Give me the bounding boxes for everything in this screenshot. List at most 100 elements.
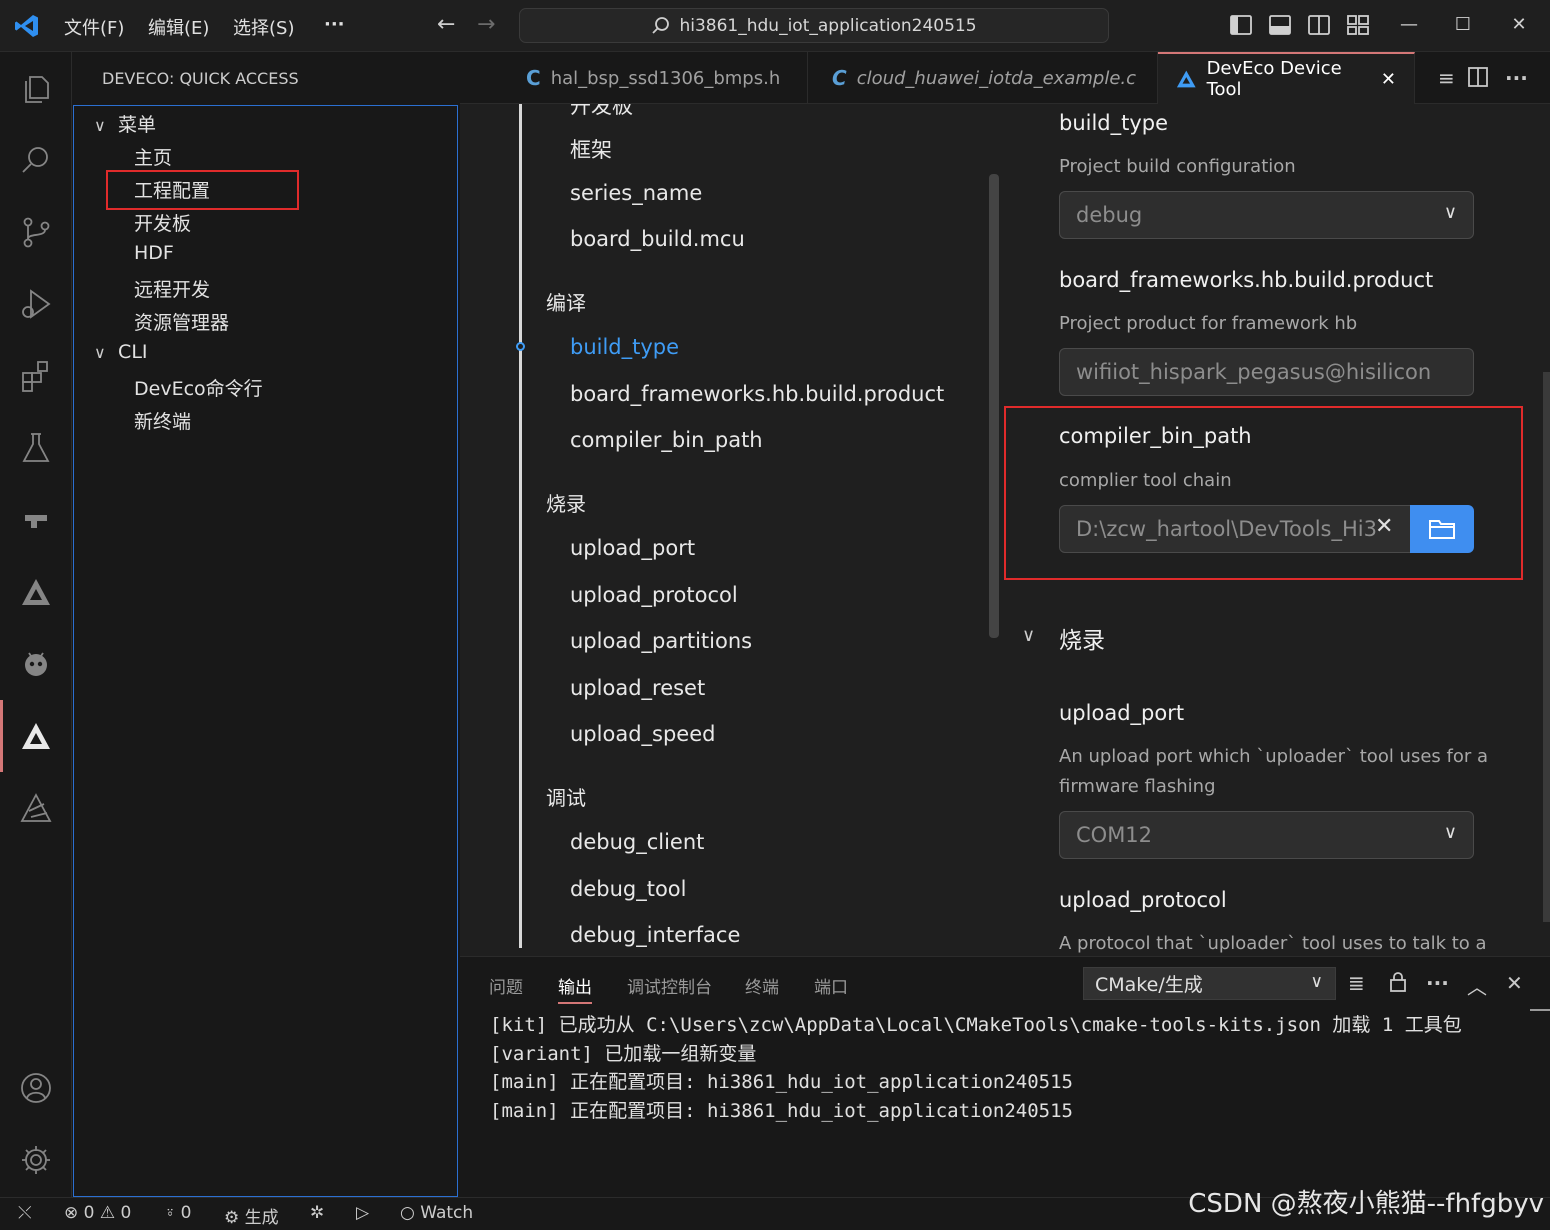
toc-item-compiler-bin-path[interactable]: compiler_bin_path [570, 428, 763, 452]
minimize-icon[interactable]: — [1397, 13, 1421, 37]
toc-section-burn[interactable]: 烧录 [546, 488, 586, 517]
toc-item-framework[interactable]: 框架 [570, 134, 612, 164]
warning-icon: ⚠ [99, 1203, 116, 1223]
accounts-icon[interactable] [14, 1066, 58, 1110]
settings-scrollbar[interactable] [1543, 372, 1550, 922]
watch-status-button[interactable]: ○ Watch [400, 1203, 473, 1223]
back-arrow-icon[interactable]: ← [437, 12, 455, 37]
deveco-device-tool-icon[interactable] [0, 700, 58, 772]
clear-icon[interactable]: ✕ [1375, 514, 1393, 539]
tree-item-deveco-cli[interactable]: DevEco命令行 [134, 374, 263, 401]
more-actions-icon[interactable]: ··· [1505, 66, 1528, 90]
menu-more-button[interactable]: ··· [324, 14, 345, 35]
toggle-panel-icon[interactable] [1268, 13, 1292, 37]
chevron-down-icon[interactable]: ∨ [1022, 625, 1035, 646]
close-panel-icon[interactable]: ✕ [1506, 971, 1523, 995]
tree-item-new-terminal[interactable]: 新终端 [134, 407, 191, 434]
deveco-icon[interactable] [14, 570, 58, 614]
toc-item-board-cut[interactable]: 开发板 [570, 104, 633, 120]
toc-item-upload-protocol[interactable]: upload_protocol [570, 583, 738, 607]
upload-port-dropdown[interactable]: COM12 ∨ [1059, 811, 1474, 859]
command-center-search[interactable]: hi3861_hdu_iot_application240515 [519, 8, 1109, 43]
tab-cloud-huawei[interactable]: C cloud_huawei_iotda_example.c [814, 52, 1158, 104]
toggle-secondary-sidebar-icon[interactable] [1307, 13, 1331, 37]
tree-item-resource-manager[interactable]: 资源管理器 [134, 308, 229, 335]
tab-hal-bsp[interactable]: C hal_bsp_ssd1306_bmps.h [508, 52, 808, 104]
run-play-icon[interactable]: ▷ [356, 1203, 369, 1223]
toc-item-build-type[interactable]: build_type [570, 335, 679, 359]
toc-section-compile[interactable]: 编译 [546, 287, 586, 316]
toc-item-upload-port[interactable]: upload_port [570, 536, 695, 560]
toggle-primary-sidebar-icon[interactable] [1229, 13, 1253, 37]
build-status-button[interactable]: ⚙ 生成 [224, 1203, 279, 1228]
toc-scrollbar[interactable] [989, 174, 999, 638]
problems-status[interactable]: ⊗ 0 ⚠ 0 [64, 1203, 131, 1223]
tree-item-board[interactable]: 开发板 [134, 209, 191, 236]
ports-status[interactable]: ⍤ 0 [165, 1203, 191, 1223]
tree-group-label: 菜单 [118, 114, 157, 136]
maximize-icon[interactable]: ☐ [1451, 13, 1475, 37]
testing-icon[interactable] [14, 426, 58, 470]
word-wrap-icon[interactable]: ≣ [1348, 971, 1365, 995]
source-control-icon[interactable] [14, 210, 58, 254]
panel-tab-output[interactable]: 输出 [558, 973, 592, 1004]
toc-item-upload-partitions[interactable]: upload_partitions [570, 629, 752, 653]
lock-icon[interactable] [1388, 971, 1408, 993]
compiler-path-field[interactable]: D:\zcw_hartool\DevTools_Hi3 [1059, 505, 1411, 553]
tab-deveco-device-tool[interactable]: DevEco Device Tool ✕ [1158, 52, 1415, 104]
setting-desc-compiler: complier tool chain [1059, 470, 1232, 491]
panel-tab-debug-console[interactable]: 调试控制台 [627, 973, 712, 998]
platformio-icon[interactable] [14, 642, 58, 686]
tree-item-remote-dev[interactable]: 远程开发 [134, 275, 210, 302]
extensions-icon[interactable] [14, 354, 58, 398]
tree-item-home[interactable]: 主页 [134, 143, 172, 170]
toc-item-debug-tool[interactable]: debug_tool [570, 877, 686, 901]
c-file-icon: C [832, 66, 847, 90]
toc-item-board-build-mcu[interactable]: board_build.mcu [570, 227, 745, 251]
output-channel-select[interactable]: CMake/生成 ∨ [1083, 967, 1336, 1000]
bottom-panel: 问题 输出 调试控制台 终端 端口 CMake/生成 ∨ ≣ ··· ︿ ✕ [… [460, 956, 1550, 1197]
toc-item-upload-speed[interactable]: upload_speed [570, 722, 715, 746]
remote-status-icon[interactable]: ⤬ [18, 1203, 32, 1223]
customize-layout-icon[interactable] [1346, 13, 1370, 37]
debug-bug-icon[interactable]: ✲ [310, 1203, 324, 1223]
close-icon[interactable]: ✕ [1507, 13, 1531, 37]
product-field[interactable]: wifiiot_hispark_pegasus@hisilicon [1059, 348, 1474, 396]
tab-close-icon[interactable]: ✕ [1381, 69, 1396, 90]
toc-item-debug-client[interactable]: debug_client [570, 830, 704, 854]
forward-arrow-icon[interactable]: → [477, 12, 495, 37]
settings-gear-icon[interactable] [14, 1138, 58, 1182]
deveco-testing-icon[interactable] [14, 786, 58, 830]
tree-group-cli[interactable]: ∨ CLI [94, 341, 148, 363]
panel-tab-ports[interactable]: 端口 [814, 973, 848, 998]
browse-folder-button[interactable] [1410, 505, 1474, 553]
menu-edit[interactable]: 编辑(E) [148, 14, 209, 40]
tree-group-label: CLI [118, 341, 148, 363]
panel-tab-terminal[interactable]: 终端 [745, 973, 779, 998]
chevron-down-icon: ∨ [1443, 202, 1457, 223]
watch-label: Watch [420, 1203, 474, 1223]
build-type-dropdown[interactable]: debug ∨ [1059, 191, 1474, 239]
section-heading-burn[interactable]: 烧录 [1059, 621, 1105, 655]
toc-item-upload-reset[interactable]: upload_reset [570, 676, 705, 700]
toc-item-product[interactable]: board_frameworks.hb.build.product [570, 382, 944, 406]
outline-icon[interactable]: ≡ [1438, 66, 1455, 90]
explorer-icon[interactable] [14, 66, 58, 110]
maximize-panel-icon[interactable]: ︿ [1467, 971, 1487, 1000]
tree-group-menu[interactable]: ∨ 菜单 [94, 110, 156, 137]
menu-file[interactable]: 文件(F) [64, 14, 124, 40]
run-debug-icon[interactable] [14, 282, 58, 326]
toc-item-debug-interface[interactable]: debug_interface [570, 923, 740, 947]
remote-icon[interactable] [14, 498, 58, 542]
split-editor-icon[interactable] [1467, 66, 1489, 88]
menu-selection[interactable]: 选择(S) [233, 14, 294, 40]
dropdown-value: COM12 [1076, 823, 1153, 847]
toc-section-debug[interactable]: 调试 [546, 782, 586, 811]
toc-item-series-name[interactable]: series_name [570, 181, 702, 205]
chevron-down-icon: ∨ [94, 343, 106, 362]
setting-title-build-type: build_type [1059, 111, 1169, 135]
panel-tab-problems[interactable]: 问题 [489, 973, 523, 998]
more-actions-icon[interactable]: ··· [1426, 971, 1449, 995]
search-icon[interactable] [14, 138, 58, 182]
tree-item-hdf[interactable]: HDF [134, 242, 174, 264]
